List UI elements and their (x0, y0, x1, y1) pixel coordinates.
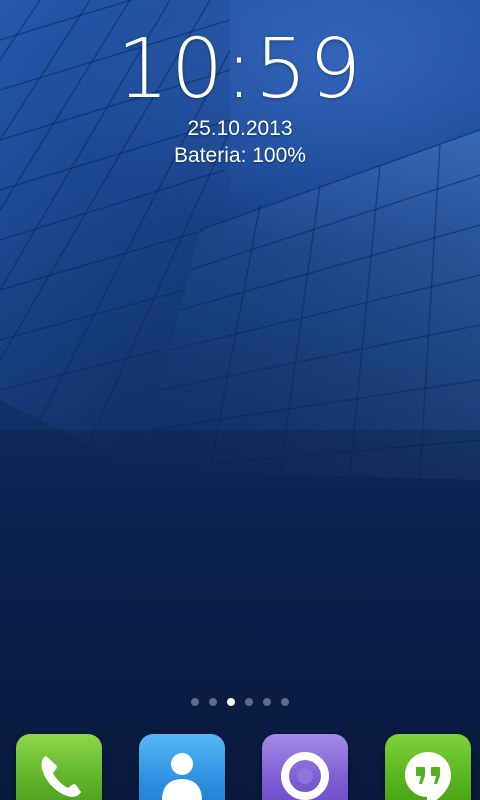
page-dot (245, 698, 253, 706)
contacts-icon (162, 753, 202, 800)
battery-status: Bateria: 100% (174, 144, 306, 167)
clock-date: 25.10.2013 (187, 117, 293, 140)
page-dot (281, 698, 289, 706)
page-dot-active (227, 698, 235, 706)
lockscreen-clock: 10:59 25.10.2013 Bateria: 100% (0, 26, 480, 170)
page-dot (191, 698, 199, 706)
phone-app-button[interactable] (16, 734, 102, 800)
home-screen: 10:59 25.10.2013 Bateria: 100% (0, 0, 480, 800)
phone-icon (41, 756, 81, 797)
page-indicator (0, 698, 480, 706)
page-dot (263, 698, 271, 706)
dock (0, 734, 480, 800)
hangouts-icon (405, 752, 451, 800)
browser-app-button[interactable] (262, 734, 348, 800)
browser-icon (281, 752, 329, 800)
clock-time: 10:59 (116, 22, 364, 117)
contacts-app-button[interactable] (139, 734, 225, 800)
page-dot (209, 698, 217, 706)
hangouts-app-button[interactable] (385, 734, 471, 800)
